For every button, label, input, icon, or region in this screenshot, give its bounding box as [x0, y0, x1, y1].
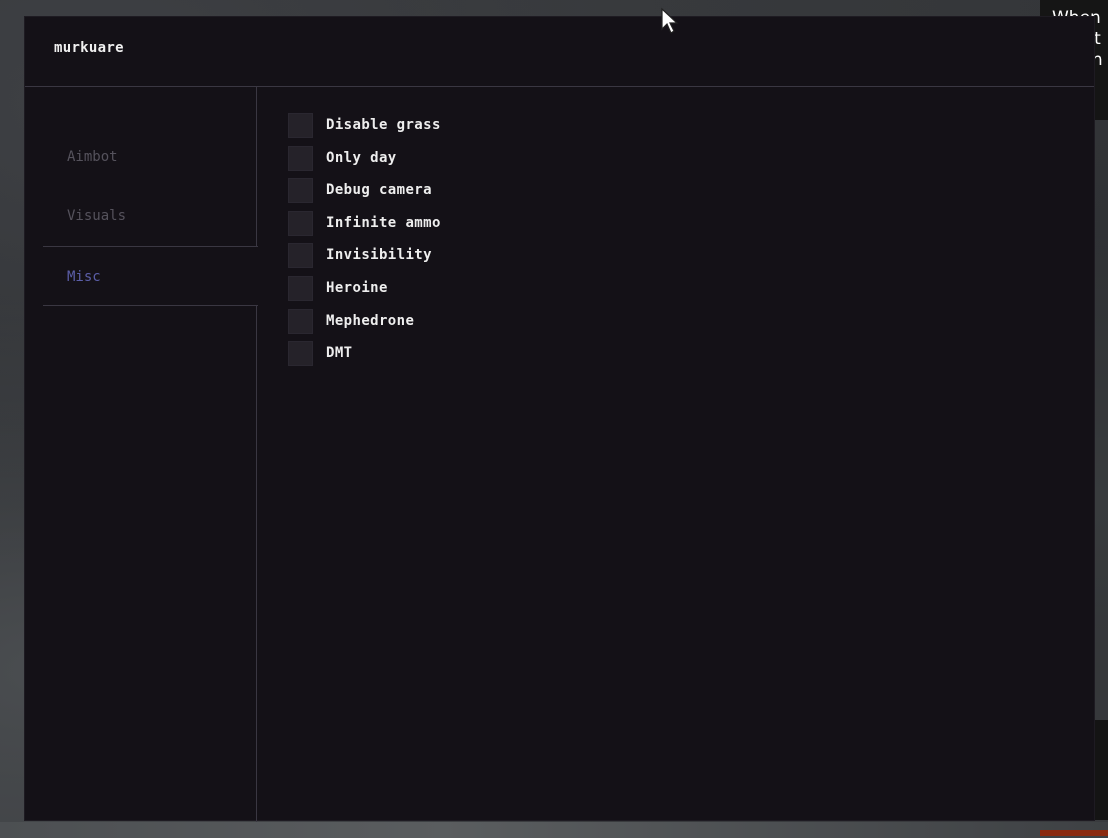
mephedrone-checkbox[interactable] — [288, 308, 313, 334]
menu-title-bar[interactable]: murkuare — [25, 17, 1094, 87]
option-dmt[interactable]: DMT — [288, 340, 353, 366]
tab-aimbot[interactable]: Aimbot — [43, 127, 257, 187]
option-infinite-ammo[interactable]: Infinite ammo — [288, 210, 441, 236]
option-heroine[interactable]: Heroine — [288, 275, 388, 301]
mouse-pointer-icon — [661, 7, 679, 34]
dmt-checkbox[interactable] — [288, 340, 313, 366]
option-invisibility[interactable]: Invisibility — [288, 242, 432, 268]
game-background: When sure t else h murkuare Aimbot Visua… — [0, 0, 1108, 838]
debug-camera-checkbox[interactable] — [288, 177, 313, 203]
misc-options-panel: Disable grass Only day Debug camera Infi… — [258, 88, 1094, 820]
tab-visuals[interactable]: Visuals — [43, 186, 257, 246]
option-label: DMT — [326, 345, 353, 361]
game-scene-accent — [1040, 830, 1108, 836]
disable-grass-checkbox[interactable] — [288, 112, 313, 138]
option-label: Mephedrone — [326, 313, 415, 329]
option-label: Disable grass — [326, 117, 441, 133]
option-label: Heroine — [326, 280, 388, 296]
option-debug-camera[interactable]: Debug camera — [288, 177, 432, 203]
option-mephedrone[interactable]: Mephedrone — [288, 308, 414, 334]
option-label: Only day — [326, 150, 397, 166]
game-scene-strip — [0, 822, 1108, 838]
option-only-day[interactable]: Only day — [288, 145, 397, 171]
option-label: Debug camera — [326, 182, 432, 198]
tab-misc[interactable]: Misc — [43, 246, 258, 306]
cheat-menu-window: murkuare Aimbot Visuals Misc Disable gra… — [24, 16, 1095, 822]
heroine-checkbox[interactable] — [288, 275, 313, 301]
menu-sidebar: Aimbot Visuals Misc — [25, 87, 258, 822]
infinite-ammo-checkbox[interactable] — [288, 210, 313, 236]
only-day-checkbox[interactable] — [288, 145, 313, 171]
option-label: Infinite ammo — [326, 215, 441, 231]
option-disable-grass[interactable]: Disable grass — [288, 112, 441, 138]
option-label: Invisibility — [326, 247, 432, 263]
menu-title: murkuare — [54, 40, 124, 56]
invisibility-checkbox[interactable] — [288, 242, 313, 268]
